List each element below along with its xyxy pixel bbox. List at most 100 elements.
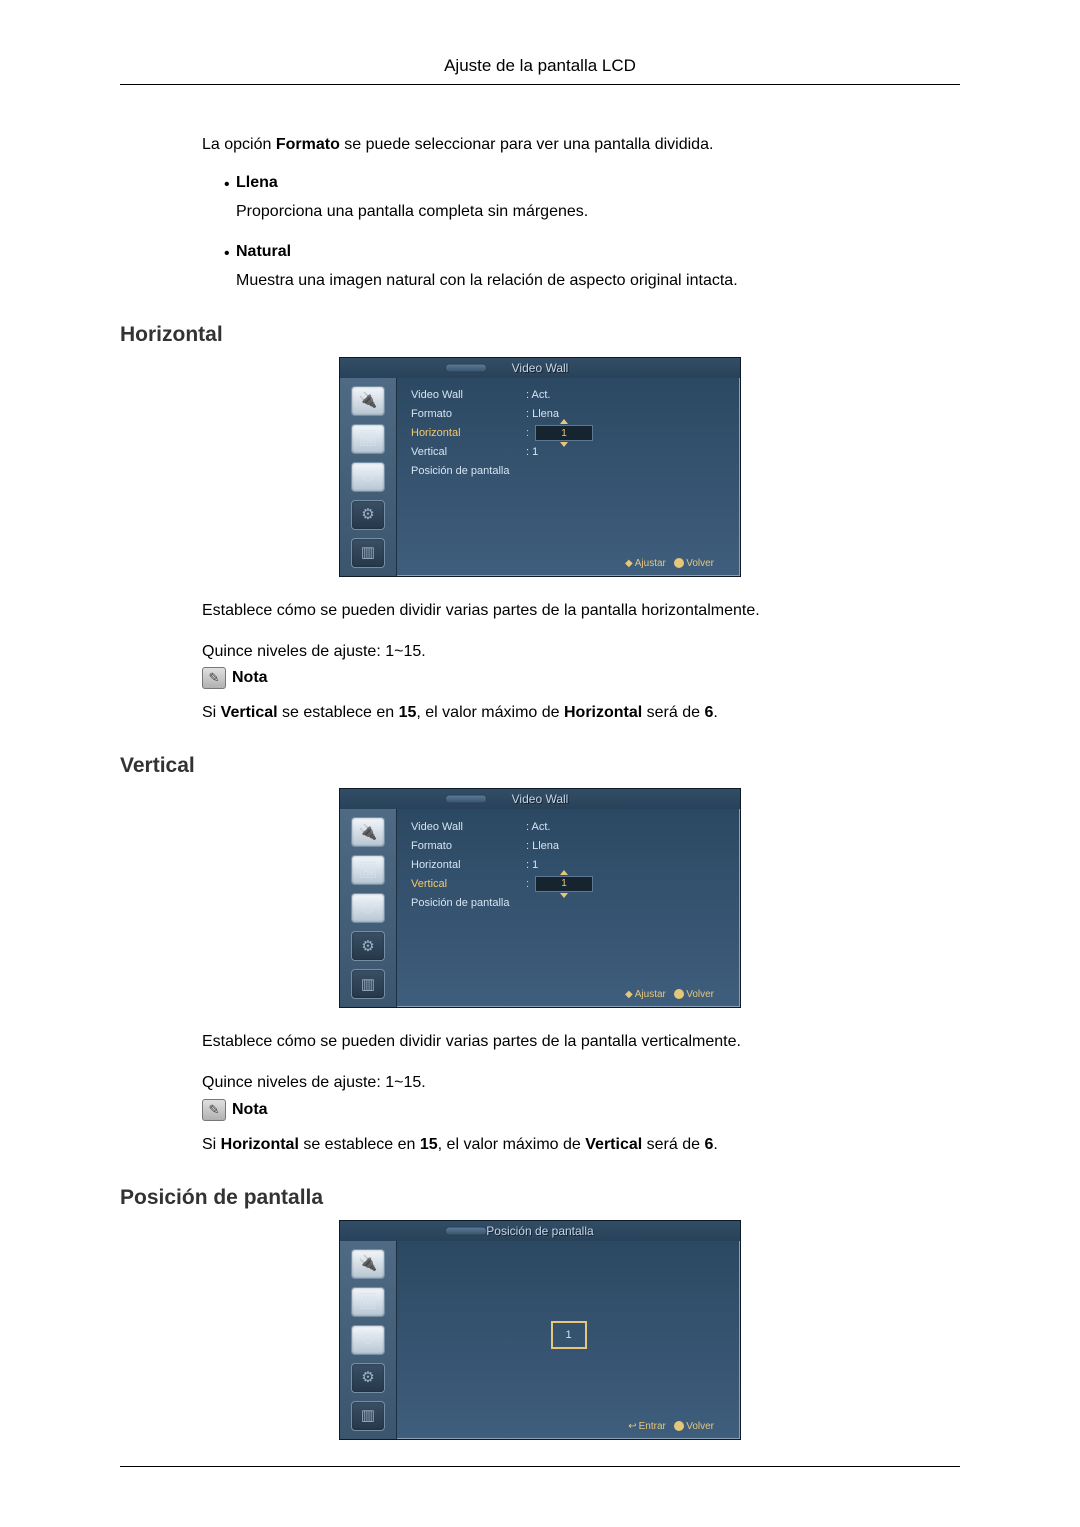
return-icon bbox=[674, 989, 684, 999]
heading-vertical: Vertical bbox=[120, 754, 960, 778]
osd-label: Posición de pantalla bbox=[411, 465, 526, 477]
osd-value: : Llena bbox=[526, 840, 559, 852]
osd-footer: ↩Entrar Volver bbox=[411, 1421, 726, 1435]
osd-value: : 1 bbox=[526, 446, 538, 458]
spinner-control[interactable]: 1 bbox=[535, 876, 593, 892]
osd-row-formato[interactable]: Formato : Llena bbox=[411, 836, 726, 855]
osd-row-formato[interactable]: Formato : Llena bbox=[411, 405, 726, 424]
picture-icon[interactable]: 🖼 bbox=[351, 855, 385, 885]
t: Si bbox=[202, 704, 221, 721]
horizontal-levels: Quince niveles de ajuste: 1~15. bbox=[202, 640, 960, 663]
intro-post: se puede seleccionar para ver una pantal… bbox=[340, 136, 714, 153]
adjust-label: Ajustar bbox=[635, 558, 666, 569]
t: se establece en bbox=[299, 1136, 420, 1153]
adjust-icon: ◆ bbox=[625, 989, 633, 1000]
setup-icon[interactable]: ⚙ bbox=[351, 931, 385, 961]
t: . bbox=[713, 1136, 717, 1153]
picture-icon[interactable]: 🖼 bbox=[351, 1287, 385, 1317]
timer-icon[interactable]: ⏱ bbox=[351, 462, 385, 492]
page-header: Ajuste de la pantalla LCD bbox=[120, 56, 960, 85]
osd-row-videowall[interactable]: Video Wall : Act. bbox=[411, 386, 726, 405]
osd-label: Horizontal bbox=[411, 859, 526, 871]
timer-icon[interactable]: ⏱ bbox=[351, 1325, 385, 1355]
t: , el valor máximo de bbox=[438, 1136, 586, 1153]
picture-icon[interactable]: 🖼 bbox=[351, 424, 385, 454]
t: será de bbox=[642, 1136, 704, 1153]
osd-row-vertical[interactable]: Vertical : 1 bbox=[411, 443, 726, 462]
bullet-dot-icon: • bbox=[224, 176, 236, 194]
vertical-note-text: Si Horizontal se establece en 15, el val… bbox=[202, 1133, 960, 1156]
osd-value: : 1 bbox=[526, 425, 593, 441]
osd-label: Video Wall bbox=[411, 389, 526, 401]
vertical-levels: Quince niveles de ajuste: 1~15. bbox=[202, 1071, 960, 1094]
adjust-icon: ◆ bbox=[625, 558, 633, 569]
timer-icon[interactable]: ⏱ bbox=[351, 893, 385, 923]
spinner-value: 1 bbox=[561, 428, 567, 439]
return-label: Volver bbox=[686, 558, 714, 569]
t: Vertical bbox=[221, 704, 278, 721]
osd-label: Posición de pantalla bbox=[411, 897, 526, 909]
osd-label: Formato bbox=[411, 840, 526, 852]
enter-label: Entrar bbox=[639, 1421, 666, 1432]
t: se establece en bbox=[278, 704, 399, 721]
osd-title: Video Wall bbox=[340, 358, 740, 378]
setup-icon[interactable]: ⚙ bbox=[351, 1363, 385, 1393]
osd-row-horizontal[interactable]: Horizontal : 1 bbox=[411, 855, 726, 874]
return-label: Volver bbox=[686, 989, 714, 1000]
osd-value: : Act. bbox=[526, 389, 550, 401]
bullet-llena-label: Llena bbox=[236, 174, 278, 192]
bullet-natural-desc: Muestra una imagen natural con la relaci… bbox=[236, 269, 960, 292]
osd-row-vertical[interactable]: Vertical : 1 bbox=[411, 874, 726, 893]
note-label: Nota bbox=[232, 669, 268, 687]
note-label: Nota bbox=[232, 1101, 268, 1119]
adjust-label: Ajustar bbox=[635, 989, 666, 1000]
note-horizontal: ✎ Nota bbox=[202, 667, 960, 689]
osd-horizontal: Video Wall 🔌 🖼 ⏱ ⚙ ▥ Video Wall : Act. bbox=[339, 357, 741, 577]
t: Si bbox=[202, 1136, 221, 1153]
osd-row-posicion[interactable]: Posición de pantalla bbox=[411, 462, 726, 481]
spinner-control[interactable]: 1 bbox=[535, 425, 593, 441]
osd-row-videowall[interactable]: Video Wall : Act. bbox=[411, 817, 726, 836]
osd-title: Video Wall bbox=[340, 789, 740, 809]
multi-icon[interactable]: ▥ bbox=[351, 1401, 385, 1431]
return-icon bbox=[674, 558, 684, 568]
osd-label: Vertical bbox=[411, 446, 526, 458]
enter-icon: ↩ bbox=[628, 1421, 636, 1432]
intro-bold: Formato bbox=[276, 136, 340, 153]
osd-footer: ◆Ajustar Volver bbox=[411, 558, 726, 572]
input-icon[interactable]: 🔌 bbox=[351, 386, 385, 416]
note-vertical: ✎ Nota bbox=[202, 1099, 960, 1121]
input-icon[interactable]: 🔌 bbox=[351, 1249, 385, 1279]
bullet-llena: • Llena bbox=[224, 174, 960, 194]
t: Horizontal bbox=[564, 704, 642, 721]
multi-icon[interactable]: ▥ bbox=[351, 969, 385, 999]
position-cell[interactable]: 1 bbox=[551, 1321, 587, 1349]
intro-paragraph: La opción Formato se puede seleccionar p… bbox=[202, 133, 960, 156]
osd-title: Posición de pantalla bbox=[340, 1221, 740, 1241]
osd-label: Formato bbox=[411, 408, 526, 420]
osd-row-posicion[interactable]: Posición de pantalla bbox=[411, 893, 726, 912]
osd-label: Horizontal bbox=[411, 427, 526, 439]
vertical-desc: Establece cómo se pueden dividir varias … bbox=[202, 1030, 960, 1053]
osd-value: : Act. bbox=[526, 821, 550, 833]
heading-position: Posición de pantalla bbox=[120, 1186, 960, 1210]
return-label: Volver bbox=[686, 1421, 714, 1432]
t: Vertical bbox=[585, 1136, 642, 1153]
multi-icon[interactable]: ▥ bbox=[351, 538, 385, 568]
input-icon[interactable]: 🔌 bbox=[351, 817, 385, 847]
return-icon bbox=[674, 1421, 684, 1431]
t: 15 bbox=[399, 704, 417, 721]
heading-horizontal: Horizontal bbox=[120, 323, 960, 347]
note-icon: ✎ bbox=[202, 1099, 226, 1121]
t: será de bbox=[642, 704, 704, 721]
osd-sidebar: 🔌 🖼 ⏱ ⚙ ▥ bbox=[340, 809, 397, 1007]
osd-vertical: Video Wall 🔌 🖼 ⏱ ⚙ ▥ Video Wall : Act. bbox=[339, 788, 741, 1008]
osd-position: Posición de pantalla 🔌 🖼 ⏱ ⚙ ▥ 1 ↩Entrar… bbox=[339, 1220, 741, 1440]
osd-row-horizontal[interactable]: Horizontal : 1 bbox=[411, 424, 726, 443]
osd-label: Video Wall bbox=[411, 821, 526, 833]
intro-pre: La opción bbox=[202, 136, 276, 153]
osd-sidebar: 🔌 🖼 ⏱ ⚙ ▥ bbox=[340, 378, 397, 576]
setup-icon[interactable]: ⚙ bbox=[351, 500, 385, 530]
footer-rule bbox=[120, 1466, 960, 1467]
horizontal-desc: Establece cómo se pueden dividir varias … bbox=[202, 599, 960, 622]
